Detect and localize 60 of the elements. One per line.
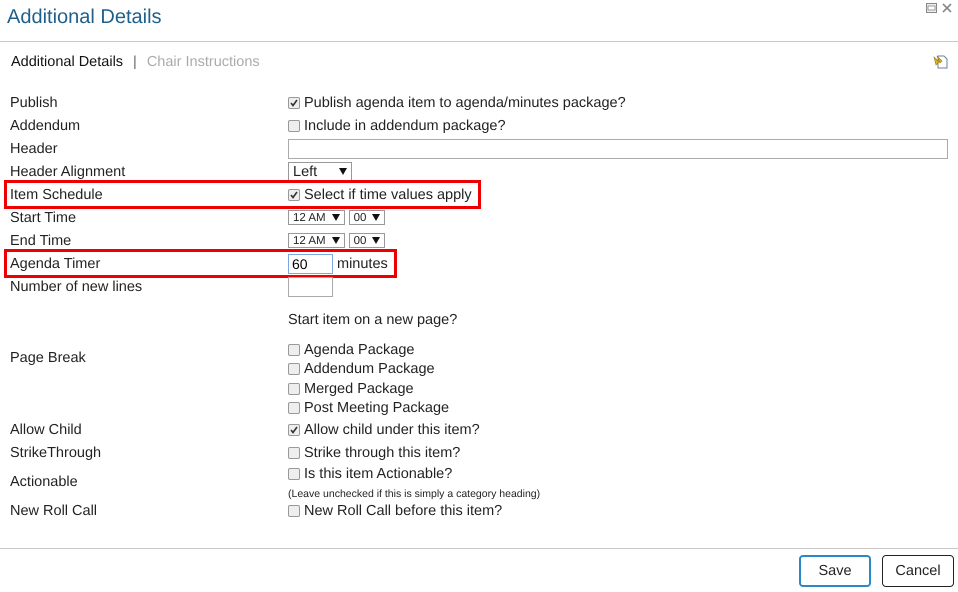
checkbox-label: Addendum Package [304, 361, 435, 378]
caret-icon [372, 237, 380, 244]
field-label: Page Break [9, 350, 87, 366]
minute-select[interactable]: 00 [348, 233, 386, 248]
checkbox[interactable] [288, 344, 300, 356]
checkbox-label: New Roll Call before this item? [304, 503, 502, 519]
number-input[interactable]: 60 [288, 254, 333, 274]
field-label: Number of new lines [9, 278, 144, 294]
checkbox[interactable] [288, 188, 300, 200]
checkbox-label: Allow child under this item? [304, 422, 480, 438]
caret-icon [332, 214, 340, 221]
field-label: End Time [9, 232, 72, 248]
checkbox[interactable] [288, 402, 300, 414]
checkbox-label: Post Meeting Package [304, 400, 450, 416]
field-label: New Roll Call [9, 503, 98, 519]
checkbox-label: Publish agenda item to agenda/minutes package? [304, 94, 626, 110]
checkbox[interactable] [288, 505, 300, 517]
checkbox-label: Is this item Actionable? [304, 466, 452, 482]
hour-select[interactable]: 12 AM [288, 233, 345, 248]
tab[interactable]: Additional Details [11, 54, 124, 70]
field-label: Addendum [9, 118, 82, 134]
caret-icon [332, 237, 340, 244]
checkbox[interactable] [288, 468, 300, 480]
caret-icon [372, 214, 380, 221]
field-label: Item Schedule [9, 186, 104, 202]
checkbox[interactable] [288, 446, 300, 458]
hint-text: (Leave unchecked if this is simply a category heading) [288, 488, 542, 500]
checkbox-label: Agenda Package [304, 342, 414, 358]
documents-icon[interactable] [933, 55, 948, 69]
minute-select[interactable]: 00 [348, 210, 386, 225]
field-label: Publish [9, 94, 59, 110]
window-title: Additional Details [7, 6, 162, 29]
tab-separator: | [133, 54, 137, 70]
close-icon[interactable] [942, 3, 952, 13]
checkbox[interactable] [288, 120, 300, 132]
prompt-text: Start item on a new page? [288, 312, 458, 328]
field-label: Agenda Timer [9, 256, 102, 272]
unit-label: minutes [337, 256, 388, 272]
hour-select[interactable]: 12 AM [288, 210, 345, 225]
field-label: Start Time [9, 210, 78, 226]
checkbox-label: Include in addendum package? [304, 118, 506, 134]
field-label: Actionable [9, 474, 79, 490]
field-label: Header Alignment [9, 164, 126, 180]
checkbox-label: Merged Package [304, 380, 414, 397]
checkbox[interactable] [288, 382, 300, 395]
maximize-icon[interactable] [926, 3, 937, 13]
field-label: Header [9, 140, 59, 156]
alignment-select[interactable]: Left [288, 162, 352, 182]
checkbox-label: Select if time values apply [304, 186, 472, 202]
checkbox[interactable] [288, 363, 300, 376]
caret-icon [339, 168, 347, 175]
checkbox-label: Strike through this item? [304, 444, 460, 460]
field-label: StrikeThrough [9, 444, 102, 460]
header-input[interactable] [288, 138, 948, 158]
save-button[interactable]: Save [799, 554, 871, 586]
number-input[interactable] [288, 276, 333, 296]
field-label: Allow Child [9, 422, 83, 438]
checkbox[interactable] [288, 96, 300, 108]
cancel-button[interactable]: Cancel [882, 554, 954, 586]
checkbox[interactable] [288, 424, 300, 436]
